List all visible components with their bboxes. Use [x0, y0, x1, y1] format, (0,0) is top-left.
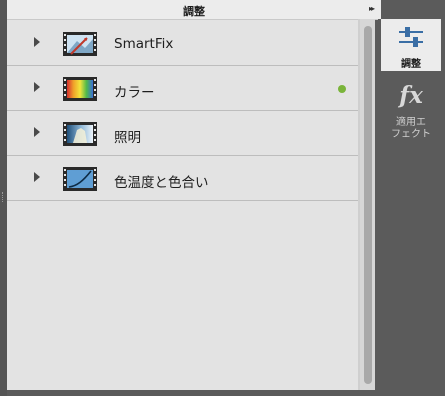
collapse-panel-button[interactable]: ▸▸	[369, 4, 375, 13]
sliders-icon	[399, 27, 423, 47]
fx-icon: fx	[399, 82, 423, 109]
panel-bottom-edge	[7, 390, 378, 396]
tab-effects-label: 適用エ フェクト	[391, 117, 431, 140]
panel-title: 調整	[183, 5, 205, 18]
adjustment-panel: 調整 ▸▸ SmartFix カラー 照明 色温度と色合い 調整 fx 適用エ …	[0, 0, 445, 396]
adjustment-row-temperature-tint[interactable]: 色温度と色合い	[7, 156, 358, 201]
adjustment-label: 色温度と色合い	[114, 175, 209, 191]
adjustment-row-smartfix[interactable]: SmartFix	[7, 21, 358, 66]
lighting-film-icon	[63, 122, 97, 146]
adjustment-label: カラー	[114, 85, 155, 101]
adjustment-row-color[interactable]: カラー	[7, 66, 358, 111]
tab-effects[interactable]: fx 適用エ フェクト	[381, 80, 441, 150]
expand-arrow-icon[interactable]	[34, 82, 40, 92]
temperature-film-icon	[63, 167, 97, 191]
adjustment-row-lighting[interactable]: 照明	[7, 111, 358, 156]
adjustment-label: SmartFix	[114, 36, 174, 52]
expand-arrow-icon[interactable]	[34, 37, 40, 47]
tab-adjustments-label: 調整	[401, 59, 421, 70]
smartfix-film-icon	[63, 32, 97, 56]
adjustment-list: SmartFix カラー 照明 色温度と色合い	[7, 20, 360, 390]
tab-adjustments[interactable]: 調整	[381, 19, 441, 71]
expand-arrow-icon[interactable]	[34, 172, 40, 182]
panel-header: 調整 ▸▸	[7, 0, 381, 20]
panel-gutter	[0, 0, 7, 396]
color-film-icon	[63, 77, 97, 101]
adjustment-label: 照明	[114, 130, 141, 146]
scrollbar-thumb[interactable]	[364, 26, 372, 384]
expand-arrow-icon[interactable]	[34, 127, 40, 137]
active-indicator-dot	[338, 85, 346, 93]
resize-grip[interactable]	[2, 192, 6, 202]
panel-tab-column	[378, 19, 445, 396]
